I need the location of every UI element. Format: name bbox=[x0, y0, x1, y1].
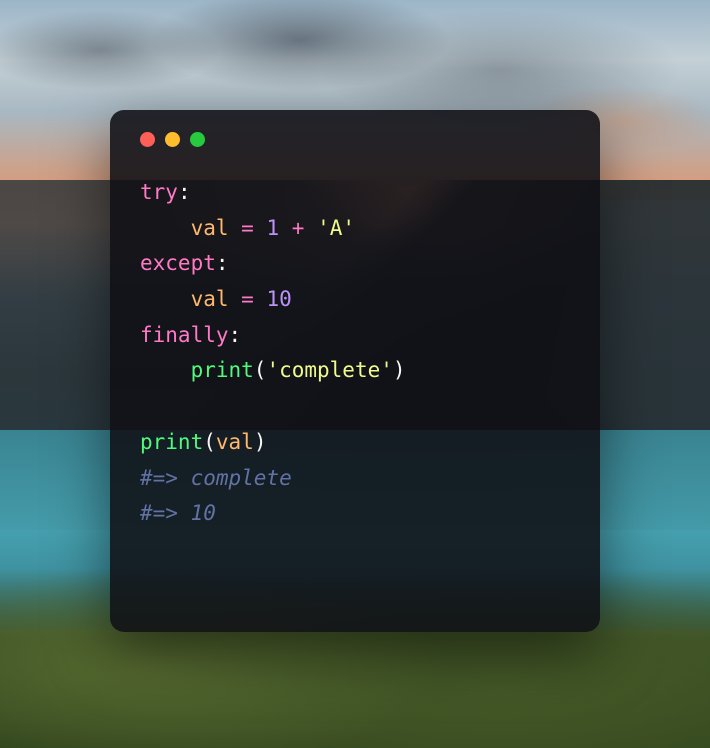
colon: : bbox=[216, 251, 229, 275]
colon: : bbox=[178, 180, 191, 204]
code-content: try: val = 1 + 'A' except: val = 10 fina… bbox=[140, 175, 570, 532]
paren-open: ( bbox=[203, 430, 216, 454]
paren-close: ) bbox=[393, 358, 406, 382]
string-a: 'A' bbox=[317, 216, 355, 240]
window-traffic-lights bbox=[140, 132, 570, 147]
keyword-except: except bbox=[140, 251, 216, 275]
space bbox=[254, 216, 267, 240]
keyword-finally: finally bbox=[140, 323, 229, 347]
indent bbox=[140, 287, 191, 311]
space bbox=[304, 216, 317, 240]
colon: : bbox=[229, 323, 242, 347]
close-icon[interactable] bbox=[140, 132, 155, 147]
string-complete: 'complete' bbox=[266, 358, 392, 382]
operator-equals: = bbox=[241, 216, 254, 240]
comment-output-complete: #=> complete bbox=[140, 466, 292, 490]
space bbox=[229, 216, 242, 240]
variable-val: val bbox=[191, 216, 229, 240]
function-print: print bbox=[140, 430, 203, 454]
space bbox=[254, 287, 267, 311]
space bbox=[229, 287, 242, 311]
space bbox=[279, 216, 292, 240]
paren-open: ( bbox=[254, 358, 267, 382]
indent bbox=[140, 216, 191, 240]
paren-close: ) bbox=[254, 430, 267, 454]
comment-output-10: #=> 10 bbox=[140, 501, 216, 525]
variable-val: val bbox=[216, 430, 254, 454]
variable-val: val bbox=[191, 287, 229, 311]
number-10: 10 bbox=[266, 287, 291, 311]
maximize-icon[interactable] bbox=[190, 132, 205, 147]
number-1: 1 bbox=[266, 216, 279, 240]
code-window: try: val = 1 + 'A' except: val = 10 fina… bbox=[110, 110, 600, 632]
indent bbox=[140, 358, 191, 382]
operator-plus: + bbox=[292, 216, 305, 240]
operator-equals: = bbox=[241, 287, 254, 311]
minimize-icon[interactable] bbox=[165, 132, 180, 147]
function-print: print bbox=[191, 358, 254, 382]
keyword-try: try bbox=[140, 180, 178, 204]
